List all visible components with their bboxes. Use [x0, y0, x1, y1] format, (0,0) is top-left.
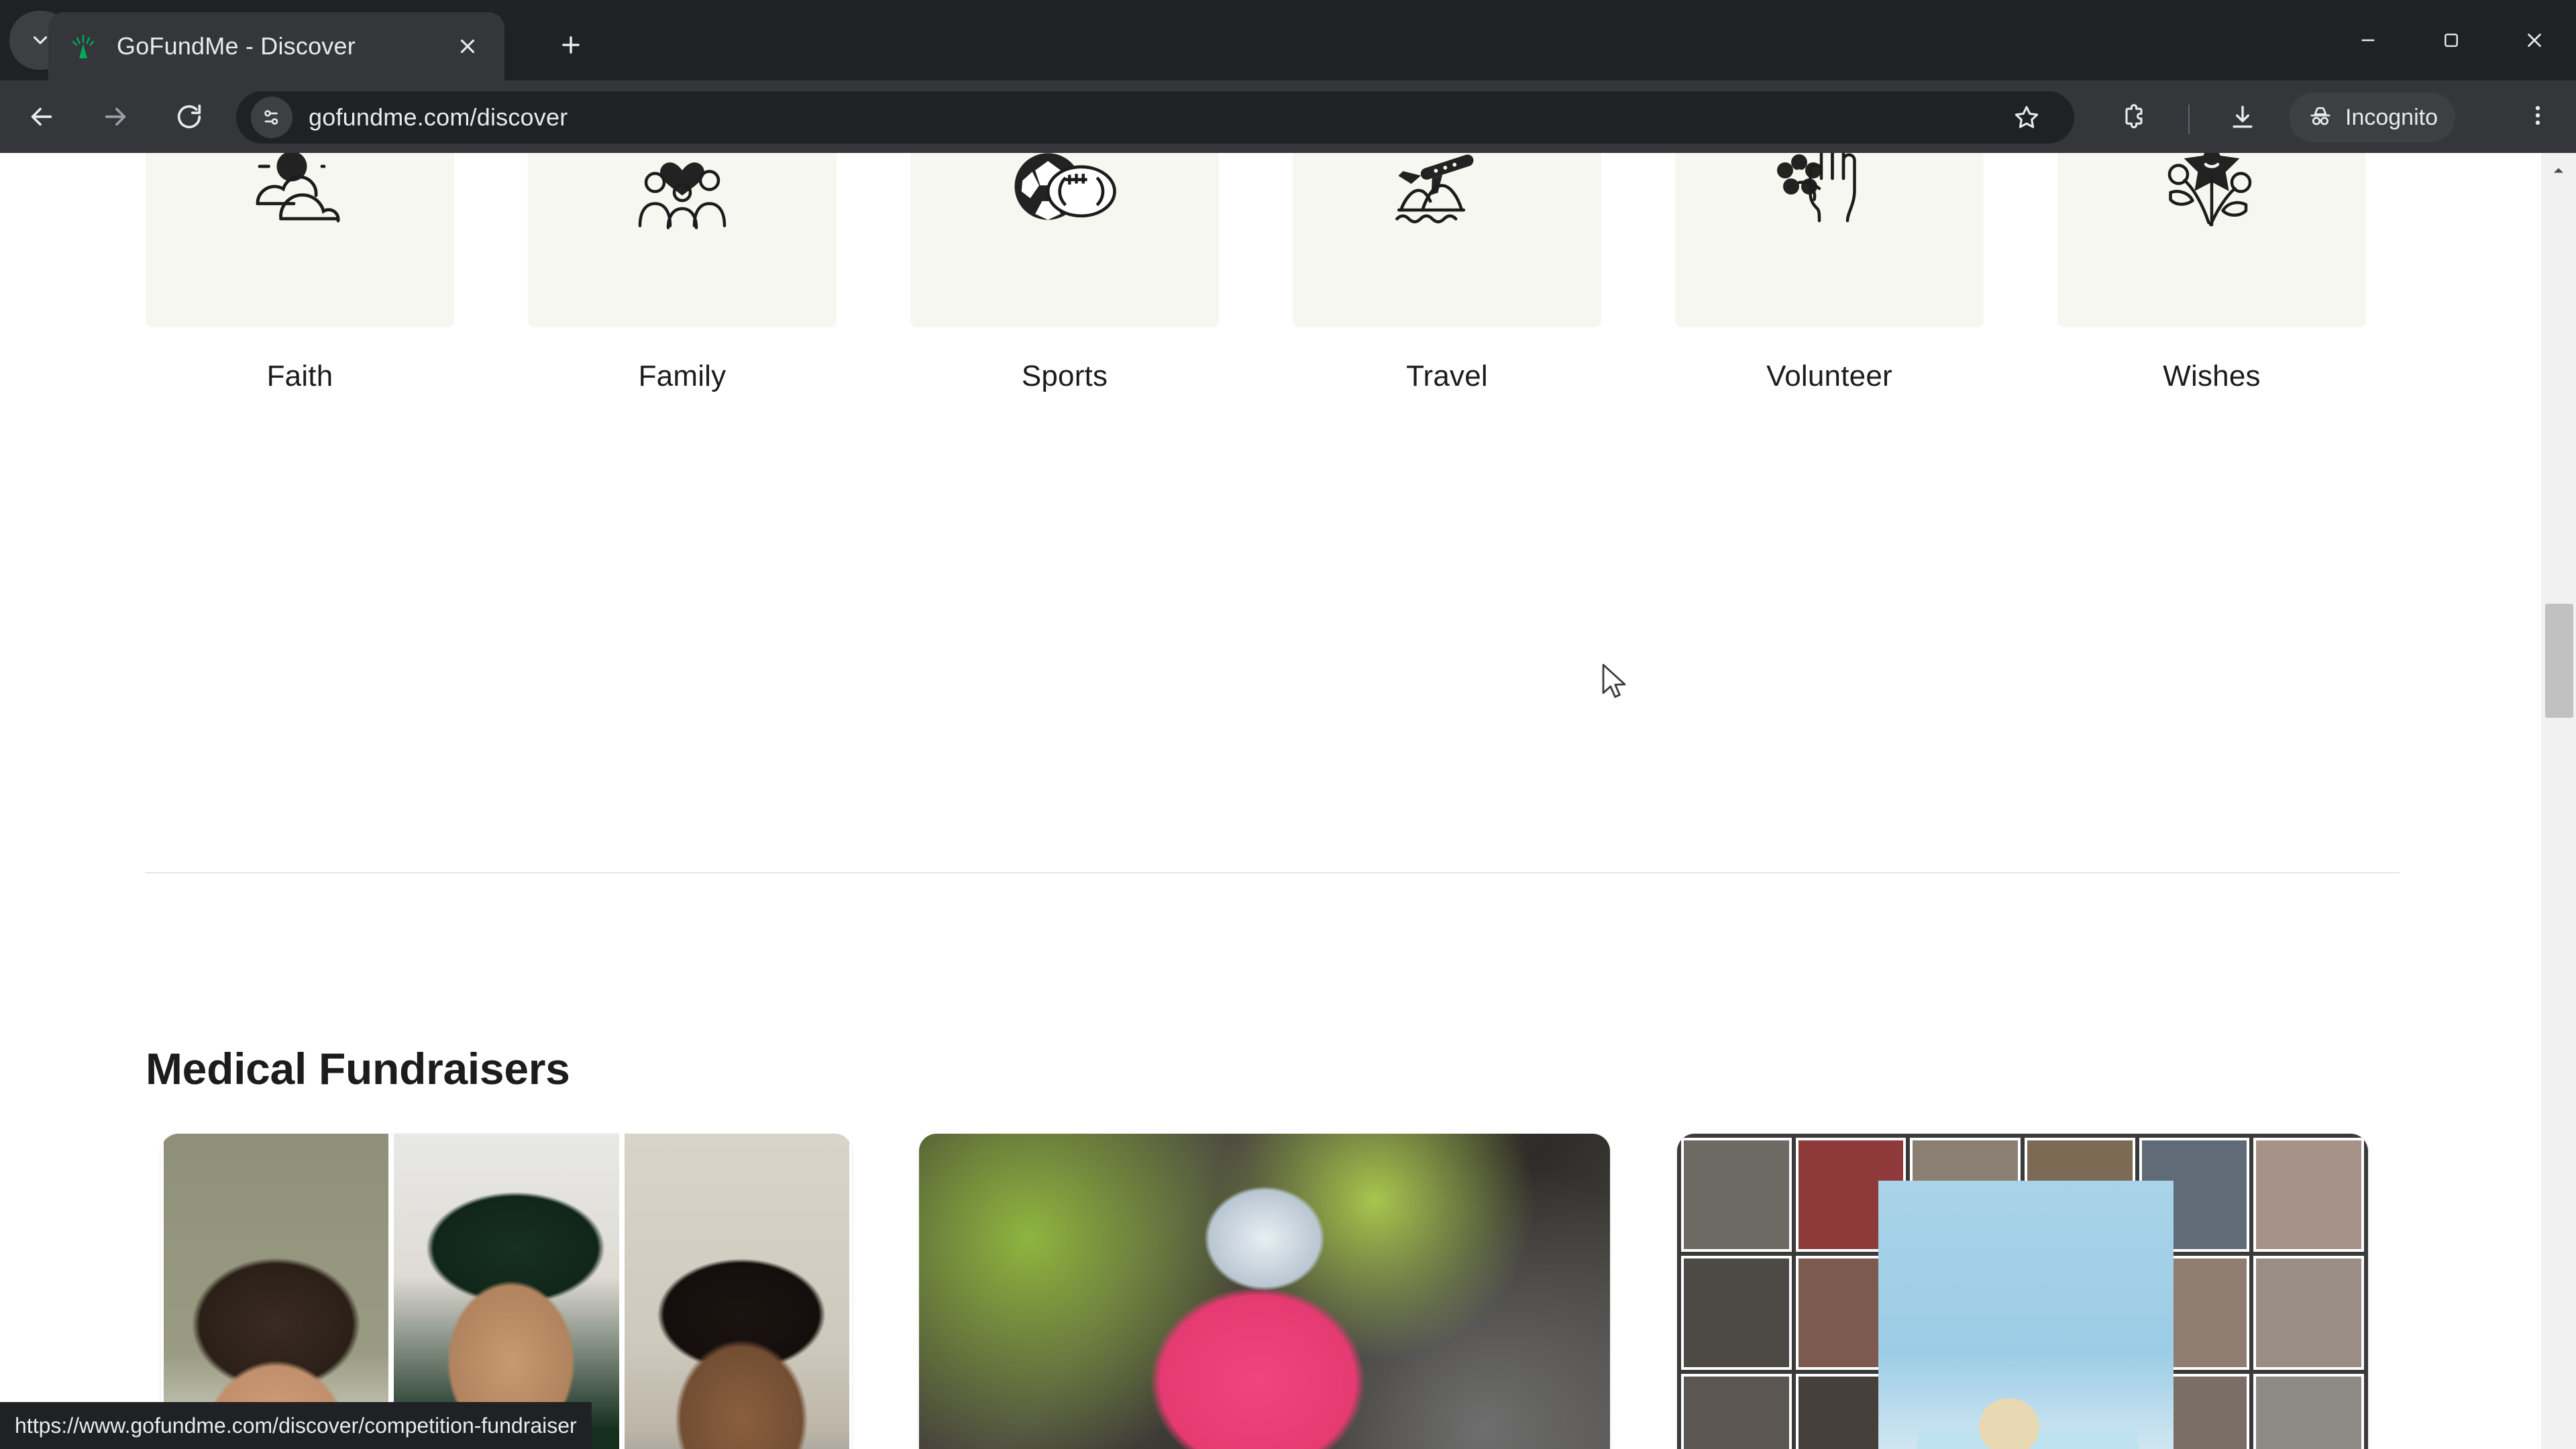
fundraiser-card[interactable]: Peoria, IL: [1677, 1134, 2368, 1449]
category-label: Travel: [1406, 360, 1488, 392]
card-image: [624, 1134, 849, 1449]
three-dot-menu-icon: [2524, 102, 2551, 132]
extensions-button[interactable]: [2113, 98, 2155, 140]
vertical-scrollbar-track[interactable]: [2541, 153, 2576, 1449]
browser-tab[interactable]: GoFundMe - Discover: [48, 12, 504, 80]
tab-close-button[interactable]: [448, 27, 487, 66]
airplane-over-island-icon: [1383, 153, 1511, 240]
category-tile: [1675, 153, 1984, 327]
category-tile: [528, 153, 837, 327]
address-bar-url: gofundme.com/discover: [309, 103, 568, 131]
section-divider: [146, 872, 2400, 873]
reload-button[interactable]: [157, 85, 221, 149]
hand-holding-flower-icon: [1769, 153, 1890, 244]
forward-button[interactable]: [83, 85, 148, 149]
minimize-button[interactable]: [2326, 0, 2410, 80]
category-item-sports[interactable]: Sports: [910, 153, 1219, 623]
window-controls: [2326, 0, 2576, 80]
extensions-puzzle-icon: [2119, 103, 2149, 136]
category-label: Wishes: [2163, 360, 2261, 392]
sun-behind-clouds-icon: [239, 153, 360, 244]
chrome-menu-button[interactable]: [2517, 95, 2559, 138]
category-row: Faith Family Sports Travel Volunteer Wis…: [146, 153, 2400, 623]
page-section-title: Medical Fundraisers: [146, 1043, 570, 1093]
scroll-up-arrow-icon[interactable]: [2541, 153, 2576, 188]
category-item-travel[interactable]: Travel: [1293, 153, 1601, 623]
gofundme-discover-page: Faith Family Sports Travel Volunteer Wis…: [0, 153, 2540, 1449]
vertical-scrollbar-thumb[interactable]: [2545, 604, 2573, 718]
close-window-button[interactable]: [2493, 0, 2576, 80]
category-label: Faith: [266, 360, 333, 392]
new-tab-button[interactable]: [545, 20, 597, 72]
site-settings-icon[interactable]: [251, 97, 292, 138]
browser-window: GoFundMe - Discover gofundme.com/discove…: [0, 0, 2576, 1449]
category-tile: [146, 153, 454, 327]
category-tile: [910, 153, 1219, 327]
incognito-indicator[interactable]: Incognito: [2289, 93, 2455, 142]
fundraiser-card[interactable]: 82 Breckenridge, CO: [919, 1134, 1610, 1449]
status-bar-link: https://www.gofundme.com/discover/compet…: [0, 1402, 592, 1449]
category-item-family[interactable]: Family: [528, 153, 837, 623]
category-item-wishes[interactable]: Wishes: [2057, 153, 2366, 623]
plus-icon: [558, 32, 584, 61]
download-icon: [2228, 103, 2257, 136]
tab-title: GoFundMe - Discover: [117, 32, 356, 60]
star-icon: [2012, 103, 2041, 136]
toolbar-divider: [2188, 105, 2190, 134]
gofundme-favicon-icon: [66, 29, 101, 64]
incognito-label: Incognito: [2345, 104, 2438, 130]
downloads-button[interactable]: [2222, 98, 2263, 140]
category-item-volunteer[interactable]: Volunteer: [1675, 153, 1984, 623]
incognito-hat-glasses-icon: [2306, 102, 2334, 133]
category-tile: [1293, 153, 1601, 327]
category-item-faith[interactable]: Faith: [146, 153, 454, 623]
category-label: Volunteer: [1766, 360, 1892, 392]
bookmark-button[interactable]: [2006, 98, 2047, 140]
tab-strip: GoFundMe - Discover: [0, 0, 2576, 80]
address-bar[interactable]: gofundme.com/discover: [236, 91, 2074, 144]
category-tile: [2057, 153, 2366, 327]
maximize-button[interactable]: [2410, 0, 2493, 80]
soccer-ball-and-football-icon: [1001, 153, 1128, 240]
category-label: Sports: [1021, 360, 1108, 392]
page-viewport: Faith Family Sports Travel Volunteer Wis…: [0, 153, 2576, 1449]
star-flower-plant-icon: [2151, 153, 2272, 244]
back-button[interactable]: [9, 85, 74, 149]
hospital-bed-photo: [1878, 1181, 2174, 1449]
category-label: Family: [638, 360, 727, 392]
family-group-with-heart-icon: [622, 153, 743, 244]
browser-chrome: GoFundMe - Discover gofundme.com/discove…: [0, 0, 2576, 153]
patient-head: [1979, 1398, 2039, 1449]
browser-toolbar: gofundme.com/discover Incognito: [0, 80, 2576, 153]
mouse-cursor: [1601, 663, 1631, 700]
